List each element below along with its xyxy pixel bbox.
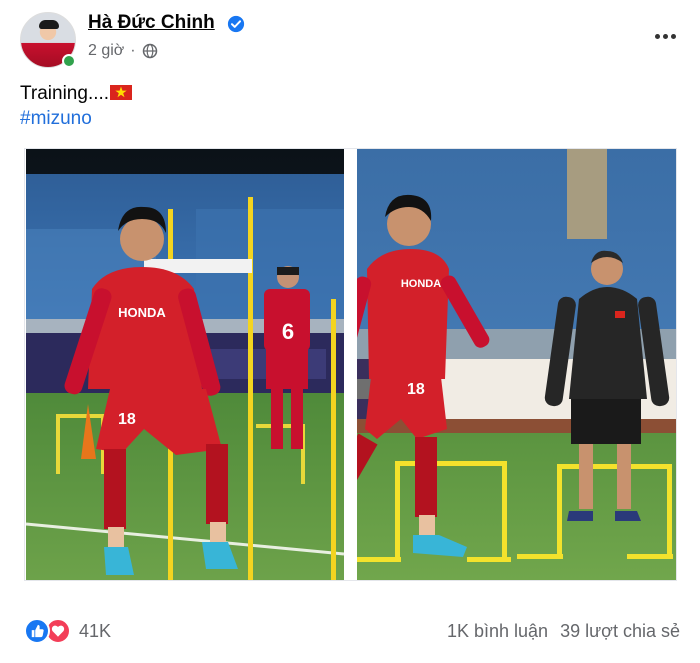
engagement-stats: 1K bình luận 39 lượt chia sẻ <box>447 621 680 642</box>
comment-count[interactable]: 1K bình luận <box>447 621 548 642</box>
hashtag-link[interactable]: #mizuno <box>20 108 92 130</box>
post-meta: 2 giờ · <box>88 42 158 60</box>
photo-grid: 6 HONDA 18 HONDA 18 <box>24 148 677 581</box>
reactions-summary[interactable]: 41K <box>24 618 111 644</box>
reaction-count[interactable]: 41K <box>79 621 111 642</box>
more-options-icon[interactable] <box>650 26 680 46</box>
bg-jersey-number: 6 <box>282 319 294 344</box>
author-name[interactable]: Hà Đức Chinh <box>88 12 215 34</box>
vietnam-flag-icon <box>110 85 133 100</box>
jersey-number-1: 18 <box>118 411 136 428</box>
post-header: Hà Đức Chinh 2 giờ · <box>20 12 680 72</box>
jersey-text-1: HONDA <box>118 305 166 320</box>
globe-icon <box>142 43 157 59</box>
online-status-dot <box>62 54 76 68</box>
like-reaction-icon <box>24 618 50 644</box>
post-time[interactable]: 2 giờ <box>88 42 124 60</box>
post-text: Training.... <box>20 82 133 106</box>
share-count[interactable]: 39 lượt chia sẻ <box>560 621 680 642</box>
verified-badge-icon <box>227 15 245 33</box>
photo-1[interactable]: 6 HONDA 18 <box>26 149 344 580</box>
dot-separator: · <box>130 42 136 59</box>
post-caption: Training.... <box>20 83 110 104</box>
jersey-text-2: HONDA <box>401 278 441 290</box>
post-footer: 41K 1K bình luận 39 lượt chia sẻ <box>24 618 680 648</box>
jersey-number-2: 18 <box>407 381 425 398</box>
photo-2[interactable]: HONDA 18 <box>357 149 676 580</box>
